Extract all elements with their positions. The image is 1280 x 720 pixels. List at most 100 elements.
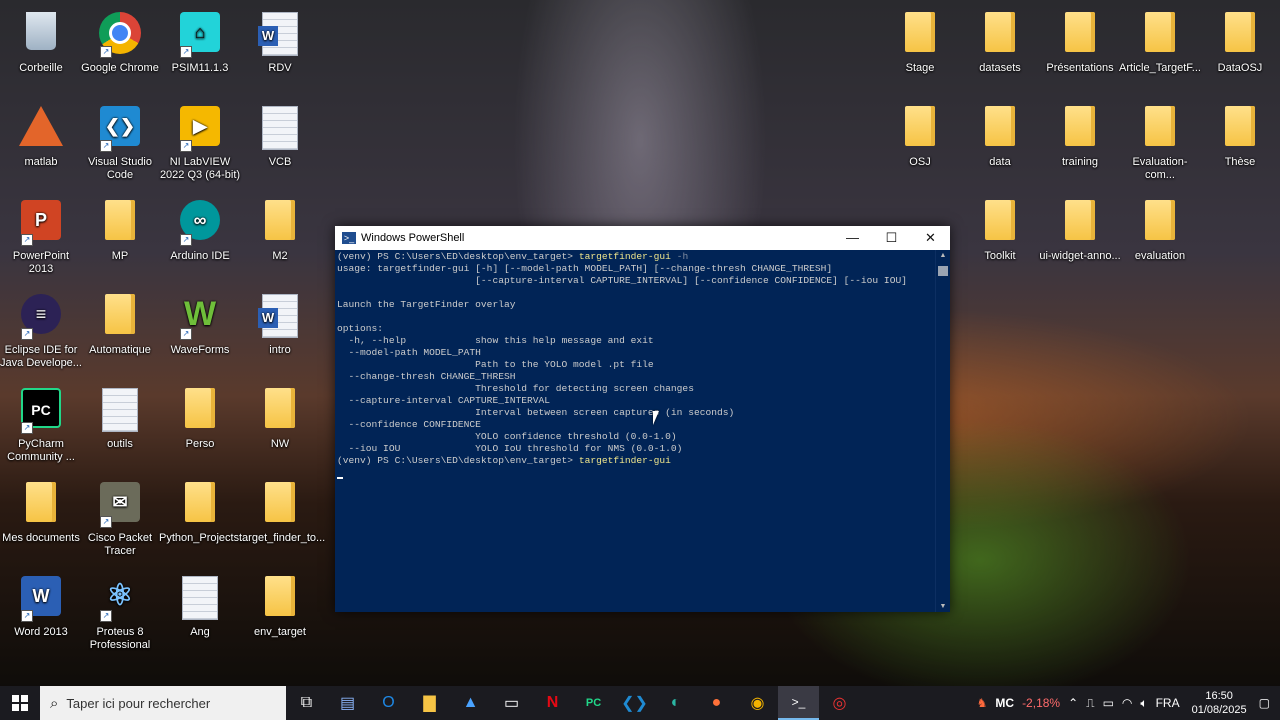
desktop-icon-ang[interactable]: Ang	[159, 570, 241, 660]
desktop-folder-training[interactable]: training	[1039, 100, 1121, 190]
desktop-icon-python-projects[interactable]: Python_Projects...	[159, 476, 249, 566]
close-button[interactable]: ✕	[911, 226, 950, 250]
taskbar-app-outlook[interactable]: O	[368, 686, 409, 720]
desktop-folder-presentations[interactable]: Présentations	[1039, 6, 1121, 96]
desktop-icon-rdv[interactable]: W RDV	[239, 6, 321, 96]
notification-icon[interactable]: ▢	[1259, 696, 1270, 710]
folder-icon	[978, 12, 1022, 56]
desktop-folder-datasets[interactable]: datasets	[959, 6, 1041, 96]
desktop-folder-evaluation[interactable]: evaluation	[1119, 194, 1201, 284]
desktop-icon-target-finder[interactable]: target_finder_to...	[239, 476, 325, 566]
cisco-icon: ✉ ↗	[98, 482, 142, 528]
desktop-icon-matlab[interactable]: matlab	[0, 100, 82, 190]
desktop-icon-label: outils	[107, 438, 133, 450]
desktop-folder-toolkit[interactable]: Toolkit	[959, 194, 1041, 284]
taskbar-app-pycharm[interactable]: PC	[573, 686, 614, 720]
taskbar-app-terminal[interactable]: ▭	[491, 686, 532, 720]
taskbar-app-snipping[interactable]: ▲	[450, 686, 491, 720]
desktop-icon-corbeille[interactable]: Corbeille	[0, 6, 82, 96]
minimize-button[interactable]: —	[833, 226, 872, 250]
desktop-folder-osj[interactable]: OSJ	[879, 100, 961, 190]
stock-label[interactable]: MC	[995, 696, 1014, 710]
desktop-icon-label: Google Chrome	[81, 62, 159, 74]
taskbar-app-firefox-dev[interactable]: ●	[696, 686, 737, 720]
desktop-icon-automatique[interactable]: Automatique	[79, 288, 161, 378]
vertical-scrollbar[interactable]: ▲ ▼	[935, 250, 950, 612]
taskbar-app-file-explorer[interactable]: ▇	[409, 686, 450, 720]
desktop-icon-label: Python_Projects...	[159, 532, 249, 544]
taskbar-app-edge[interactable]: ◐	[655, 686, 696, 720]
desktop-icon-vscode[interactable]: ❮❯ ↗ Visual Studio Code	[79, 100, 161, 190]
system-tray: ♞ MC -2,18% ⌃ ⎍ ▭ ◠ 🔈︎ FRA 16:50 01/08/2…	[973, 686, 1280, 720]
proteus-icon: ⚛ ↗	[98, 576, 142, 622]
desktop-icon-arduino[interactable]: ∞ ↗ Arduino IDE	[159, 194, 241, 284]
battery-icon[interactable]: ▭	[1103, 696, 1114, 710]
desktop-icon-intro[interactable]: W intro	[239, 288, 321, 378]
desktop-icon-label: Word 2013	[14, 626, 68, 638]
folder-icon	[978, 200, 1022, 244]
desktop-icon-psim[interactable]: ⌂ ↗ PSIM11.1.3	[159, 6, 241, 96]
start-button[interactable]	[0, 686, 40, 720]
desktop-icon-label: Eclipse IDE for Java Develope...	[0, 344, 82, 369]
scrollbar-thumb[interactable]	[938, 266, 948, 276]
taskbar-app-network[interactable]: ▤	[327, 686, 368, 720]
desktop-icon-label: data	[989, 156, 1011, 168]
desktop-icon-vcb[interactable]: VCB	[239, 100, 321, 190]
desktop-icon-outils[interactable]: outils	[79, 382, 161, 472]
desktop-folder-ui-widget[interactable]: ui-widget-anno...	[1039, 194, 1121, 284]
desktop-icon-m2[interactable]: M2	[239, 194, 321, 284]
maximize-button[interactable]: ☐	[872, 226, 911, 250]
desktop-icon-nw[interactable]: NW	[239, 382, 321, 472]
task-view-icon[interactable]: ⧉	[286, 686, 327, 720]
usb-icon[interactable]: ⎍	[1086, 696, 1094, 711]
desktop-icon-waveforms[interactable]: W ↗ WaveForms	[159, 288, 241, 378]
desktop-icon-label: DataOSJ	[1217, 62, 1263, 74]
stock-widget-icon[interactable]: ♞	[977, 696, 988, 710]
taskbar-app-vscode[interactable]: ❮❯	[614, 686, 655, 720]
desktop-icon-labview[interactable]: ▶ ↗ NI LabVIEW 2022 Q3 (64-bit)	[159, 100, 241, 190]
stock-change[interactable]: -2,18%	[1022, 696, 1060, 710]
taskbar-app-chrome[interactable]: ◉	[737, 686, 778, 720]
desktop-icon-proteus[interactable]: ⚛ ↗ Proteus 8 Professional	[79, 570, 161, 660]
psim-icon: ⌂ ↗	[178, 12, 222, 58]
desktop-icon-powerpoint[interactable]: P ↗ PowerPoint 2013	[0, 194, 82, 284]
volume-icon[interactable]: 🔈︎	[1140, 696, 1147, 711]
wifi-icon[interactable]: ◠	[1122, 696, 1132, 710]
folder-icon	[178, 482, 222, 526]
window-titlebar[interactable]: >_ Windows PowerShell — ☐ ✕	[335, 226, 950, 250]
desktop-icon-label: WaveForms	[170, 344, 230, 356]
desktop-icon-mes-documents[interactable]: Mes documents	[0, 476, 82, 566]
taskbar-app-netflix[interactable]: N	[532, 686, 573, 720]
taskbar-app-powershell[interactable]: >_	[778, 686, 819, 720]
language-indicator[interactable]: FRA	[1156, 696, 1180, 710]
desktop-icon-perso[interactable]: Perso	[159, 382, 241, 472]
desktop-folder-evaluation-com[interactable]: Evaluation-com...	[1119, 100, 1201, 190]
taskbar-app-recorder[interactable]: ◎	[819, 686, 860, 720]
desktop-icon-mp[interactable]: MP	[79, 194, 161, 284]
desktop-folder-stage[interactable]: Stage	[879, 6, 961, 96]
folder-icon	[1138, 200, 1182, 244]
console-output[interactable]: (venv) PS C:\Users\ED\desktop\env_target…	[335, 250, 936, 612]
desktop-icon-eclipse[interactable]: ≡ ↗ Eclipse IDE for Java Develope...	[0, 288, 82, 378]
scroll-down-icon[interactable]: ▼	[936, 603, 950, 610]
desktop-folder-data[interactable]: data	[959, 100, 1041, 190]
output-line: --change-thresh CHANGE_THRESH	[337, 371, 516, 382]
powershell-window[interactable]: >_ Windows PowerShell — ☐ ✕ (venv) PS C:…	[335, 226, 950, 612]
desktop-icon-chrome[interactable]: ↗ Google Chrome	[79, 6, 161, 96]
desktop-folder-article[interactable]: Article_TargetF...	[1119, 6, 1201, 96]
show-hidden-icons-icon[interactable]: ⌃	[1068, 696, 1078, 710]
output-line: usage: targetfinder-gui [-h] [--model-pa…	[337, 263, 833, 274]
desktop-icon-word[interactable]: W ↗ Word 2013	[0, 570, 82, 660]
desktop-icon-label: PSIM11.1.3	[171, 62, 229, 74]
desktop-icon-cisco[interactable]: ✉ ↗ Cisco Packet Tracer	[79, 476, 161, 566]
desktop-folder-these[interactable]: Thèse	[1199, 100, 1280, 190]
taskbar-search[interactable]: ⌕ Taper ici pour rechercher	[40, 686, 286, 720]
desktop-icon-pycharm[interactable]: PC ↗ PyCharm Community ...	[0, 382, 82, 472]
desktop-icon-env-target[interactable]: env_target	[239, 570, 321, 660]
folder-icon	[1058, 200, 1102, 244]
powerpoint-icon: P ↗	[19, 200, 63, 246]
folder-icon	[98, 200, 142, 244]
clock[interactable]: 16:50 01/08/2025	[1192, 689, 1247, 717]
scroll-up-icon[interactable]: ▲	[936, 252, 950, 259]
desktop-folder-dataosj[interactable]: DataOSJ	[1199, 6, 1280, 96]
